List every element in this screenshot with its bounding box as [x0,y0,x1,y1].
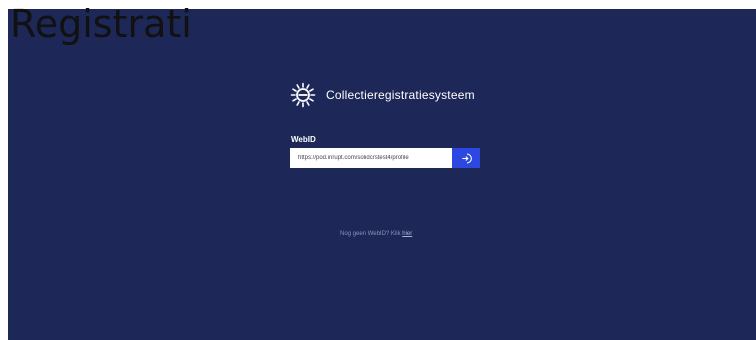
e-logo-icon [290,82,316,108]
brand-header: Collectieregistratiesysteem [290,75,475,115]
webid-input[interactable] [290,148,452,168]
webid-label: WebID [291,135,316,144]
webid-help-link[interactable]: hier [402,231,412,237]
brand-name: Collectieregistratiesysteem [326,88,475,102]
login-arrow-icon [461,153,472,163]
page-title: Registrati [10,2,192,46]
login-screen: Collectieregistratiesysteem WebID Nog ge… [8,9,756,340]
no-webid-footer: Nog geen WebID? Klik hier [340,231,412,237]
no-webid-prompt: Nog geen WebID? Klik [340,231,401,237]
login-submit-button[interactable] [452,148,480,168]
